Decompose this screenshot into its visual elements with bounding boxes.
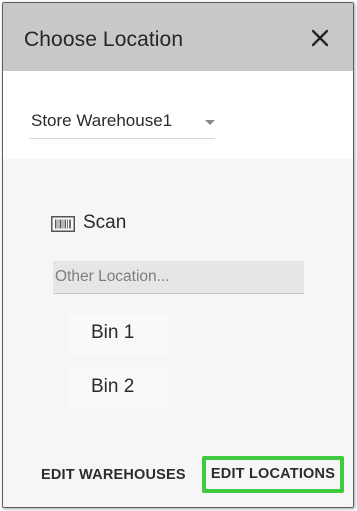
edit-locations-button[interactable]: EDIT LOCATIONS (202, 456, 344, 493)
bin-label: Bin 2 (91, 376, 135, 397)
dialog-header: Choose Location (3, 3, 353, 71)
bin-item-2[interactable]: Bin 2 (69, 368, 169, 408)
close-icon (311, 29, 329, 47)
warehouse-dropdown[interactable]: Store Warehouse1 (29, 109, 215, 139)
edit-warehouses-button[interactable]: EDIT WAREHOUSES (41, 467, 186, 483)
scan-label: Scan (83, 212, 127, 233)
barcode-icon (51, 216, 75, 232)
bin-item-1[interactable]: Bin 1 (69, 314, 169, 354)
warehouse-select-area: Store Warehouse1 (3, 71, 353, 159)
bin-label: Bin 1 (91, 322, 135, 343)
dropdown-arrow-icon (205, 120, 215, 125)
warehouse-selected-value: Store Warehouse1 (31, 111, 173, 130)
location-options: Scan Bin 1 Bin 2 EDIT WAREHOUSES EDIT LO… (3, 159, 353, 507)
other-location-input[interactable] (53, 261, 304, 294)
dialog-title: Choose Location (24, 28, 184, 51)
close-button[interactable] (311, 29, 329, 47)
choose-location-dialog: Choose Location Store Warehouse1 Scan Ot… (2, 2, 354, 508)
